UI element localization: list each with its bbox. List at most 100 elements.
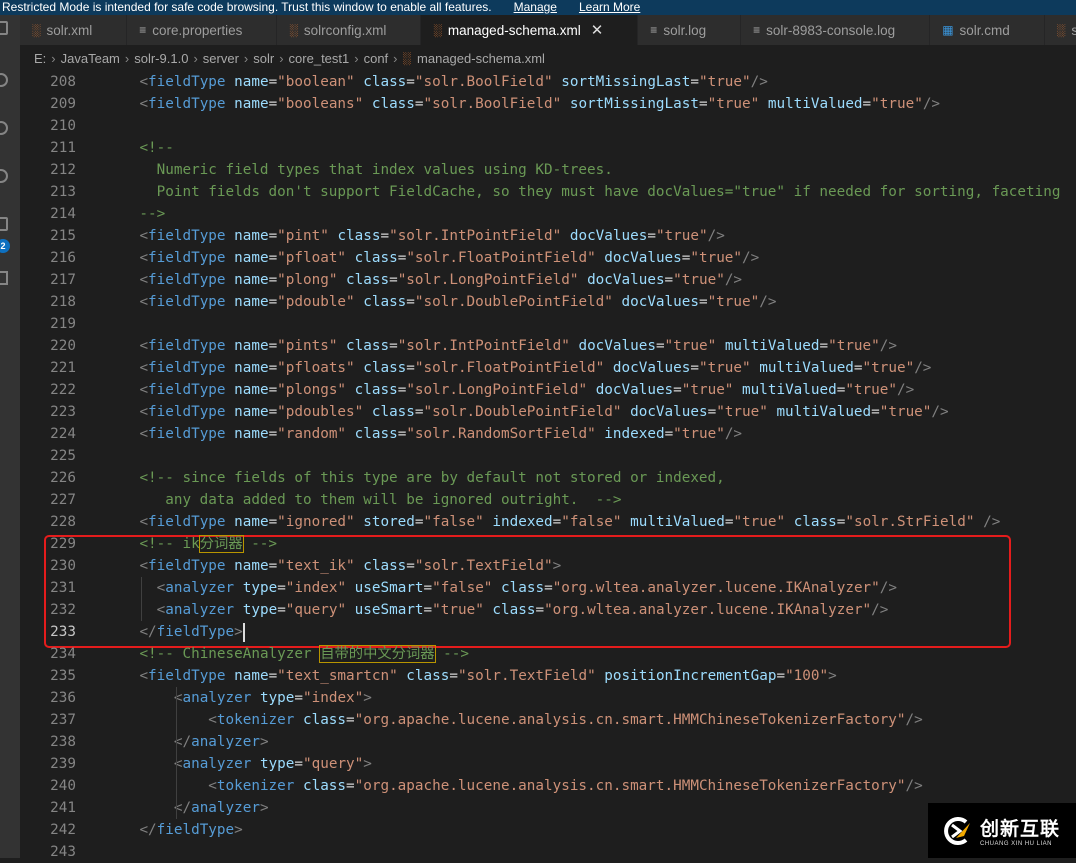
code-line[interactable]: 208 <fieldType name="boolean" class="sol… xyxy=(20,71,1076,93)
line-number: 241 xyxy=(50,800,76,816)
tab-core-properties[interactable]: ≡ core.properties xyxy=(127,15,278,45)
code-line[interactable]: 217 <fieldType name="plong" class="solr.… xyxy=(20,269,1076,291)
breadcrumb-item[interactable]: conf xyxy=(364,51,389,66)
line-number: 229 xyxy=(50,536,76,552)
line-number: 228 xyxy=(50,514,76,530)
line-text: <fieldType name="pdouble" class="solr.Do… xyxy=(139,294,777,310)
breadcrumb-item[interactable]: E: xyxy=(34,51,46,66)
code-line[interactable]: 211 <!-- xyxy=(20,137,1076,159)
windows-icon: ▦ xyxy=(942,23,954,37)
code-line[interactable]: 218 <fieldType name="pdouble" class="sol… xyxy=(20,291,1076,313)
tab-solr-log[interactable]: ≡ solr.log xyxy=(638,15,742,45)
breadcrumb-item[interactable]: core_test1 xyxy=(289,51,350,66)
line-number: 219 xyxy=(50,316,76,332)
line-text: Numeric field types that index values us… xyxy=(105,162,613,178)
line-text: --> xyxy=(105,206,166,222)
code-line[interactable]: 209 <fieldType name="booleans" class="so… xyxy=(20,93,1076,115)
explorer-icon[interactable] xyxy=(0,21,8,35)
lines-file-icon: ≡ xyxy=(753,23,761,37)
code-line[interactable]: 214 --> xyxy=(20,203,1076,225)
search-icon[interactable] xyxy=(0,73,8,87)
code-line[interactable]: 243 xyxy=(20,841,1076,863)
tab-solr-8983-console-log[interactable]: ≡ solr-8983-console.log xyxy=(741,15,931,45)
line-text: <!-- ik分词器 --> xyxy=(139,535,278,553)
line-number: 232 xyxy=(50,602,76,618)
code-line[interactable]: 236 <analyzer type="index"> xyxy=(20,687,1076,709)
line-number: 242 xyxy=(50,822,76,838)
source-control-icon[interactable] xyxy=(0,121,8,135)
breadcrumb-item[interactable]: solr-9.1.0 xyxy=(134,51,188,66)
line-text: any data added to them will be ignored o… xyxy=(105,492,622,508)
tab-s[interactable]: ░ s xyxy=(1044,15,1076,45)
code-line[interactable]: 234 <!-- ChineseAnalyzer 自带的中文分词器 --> xyxy=(20,643,1076,665)
line-text: <!-- since fields of this type are by de… xyxy=(139,470,725,486)
line-text: <tokenizer class="org.apache.lucene.anal… xyxy=(208,778,923,794)
code-line[interactable]: 228 <fieldType name="ignored" stored="fa… xyxy=(20,511,1076,533)
line-number: 209 xyxy=(50,96,76,112)
learn-more-link[interactable]: Learn More xyxy=(579,0,640,14)
code-line[interactable]: 239 <analyzer type="query"> xyxy=(20,753,1076,775)
code-line[interactable]: 219 xyxy=(20,313,1076,335)
tab-label: managed-schema.xml xyxy=(447,22,581,38)
code-line[interactable]: 220 <fieldType name="pints" class="solr.… xyxy=(20,335,1076,357)
code-line[interactable]: 233 </fieldType> xyxy=(20,621,1076,643)
line-number: 243 xyxy=(50,844,76,860)
rss-xml-icon: ░ xyxy=(1056,23,1066,37)
tab-solr-cmd[interactable]: ▦ solr.cmd xyxy=(930,15,1045,45)
code-line[interactable]: 224 <fieldType name="random" class="solr… xyxy=(20,423,1076,445)
code-line[interactable]: 223 <fieldType name="pdoubles" class="so… xyxy=(20,401,1076,423)
run-debug-icon[interactable] xyxy=(0,169,8,183)
line-text: <fieldType name="plongs" class="solr.Lon… xyxy=(139,382,915,398)
code-line[interactable]: 212 Numeric field types that index value… xyxy=(20,159,1076,181)
breadcrumb-item[interactable]: managed-schema.xml xyxy=(417,51,545,66)
breadcrumb-item[interactable]: server xyxy=(203,51,239,66)
line-text: <analyzer type="query"> xyxy=(173,756,372,772)
line-text: <fieldType name="text_ik" class="solr.Te… xyxy=(139,558,562,574)
tab-solr-xml[interactable]: ░ solr.xml xyxy=(20,15,128,45)
code-line[interactable]: 241 </analyzer> xyxy=(20,797,1076,819)
chevron-right-icon: › xyxy=(124,50,130,66)
code-line[interactable]: 237 <tokenizer class="org.apache.lucene.… xyxy=(20,709,1076,731)
chevron-right-icon: › xyxy=(354,50,359,66)
code-editor[interactable]: 208 <fieldType name="boolean" class="sol… xyxy=(20,71,1076,860)
code-line[interactable]: 230 <fieldType name="text_ik" class="sol… xyxy=(20,555,1076,577)
tab-label: solr.log xyxy=(663,22,707,38)
tab-managed-schema-xml[interactable]: ░ managed-schema.xml ✕ xyxy=(421,15,639,45)
tab-label: solrconfig.xml xyxy=(303,22,387,38)
breadcrumb-item[interactable]: JavaTeam xyxy=(61,51,120,66)
code-line[interactable]: 213 Point fields don't support FieldCach… xyxy=(20,181,1076,203)
manage-link[interactable]: Manage xyxy=(514,0,557,14)
remote-icon[interactable] xyxy=(0,271,8,285)
code-line[interactable]: 222 <fieldType name="plongs" class="solr… xyxy=(20,379,1076,401)
code-line[interactable]: 232 <analyzer type="query" useSmart="tru… xyxy=(20,599,1076,621)
line-number: 239 xyxy=(50,756,76,772)
line-text: <tokenizer class="org.apache.lucene.anal… xyxy=(208,712,923,728)
code-line[interactable]: 229 <!-- ik分词器 --> xyxy=(20,533,1076,555)
code-line[interactable]: 240 <tokenizer class="org.apache.lucene.… xyxy=(20,775,1076,797)
code-line[interactable]: 226 <!-- since fields of this type are b… xyxy=(20,467,1076,489)
line-text: <fieldType name="text_smartcn" class="so… xyxy=(139,668,837,684)
line-number: 212 xyxy=(50,162,76,178)
code-line[interactable]: 225 xyxy=(20,445,1076,467)
code-line[interactable]: 231 <analyzer type="index" useSmart="fal… xyxy=(20,577,1076,599)
line-text: <analyzer type="index" useSmart="false" … xyxy=(156,580,897,596)
tab-solrconfig-xml[interactable]: ░ solrconfig.xml xyxy=(277,15,422,45)
code-line[interactable]: 227 any data added to them will be ignor… xyxy=(20,489,1076,511)
chevron-right-icon: › xyxy=(279,50,284,66)
code-line[interactable]: 235 <fieldType name="text_smartcn" class… xyxy=(20,665,1076,687)
code-line[interactable]: 210 xyxy=(20,115,1076,137)
line-number: 216 xyxy=(50,250,76,266)
breadcrumb-item[interactable]: solr xyxy=(253,51,274,66)
text-cursor xyxy=(243,623,245,642)
code-line[interactable]: 215 <fieldType name="pint" class="solr.I… xyxy=(20,225,1076,247)
code-line[interactable]: 221 <fieldType name="pfloats" class="sol… xyxy=(20,357,1076,379)
line-number: 217 xyxy=(50,272,76,288)
close-icon[interactable]: ✕ xyxy=(591,21,604,39)
line-number: 227 xyxy=(50,492,76,508)
extensions-icon[interactable] xyxy=(0,217,8,231)
breadcrumb: E: › JavaTeam › solr-9.1.0 › server › solr › core_… xyxy=(20,45,1076,71)
code-line[interactable]: 242 </fieldType> xyxy=(20,819,1076,841)
code-line[interactable]: 216 <fieldType name="pfloat" class="solr… xyxy=(20,247,1076,269)
code-line[interactable]: 238 </analyzer> xyxy=(20,731,1076,753)
line-number: 226 xyxy=(50,470,76,486)
